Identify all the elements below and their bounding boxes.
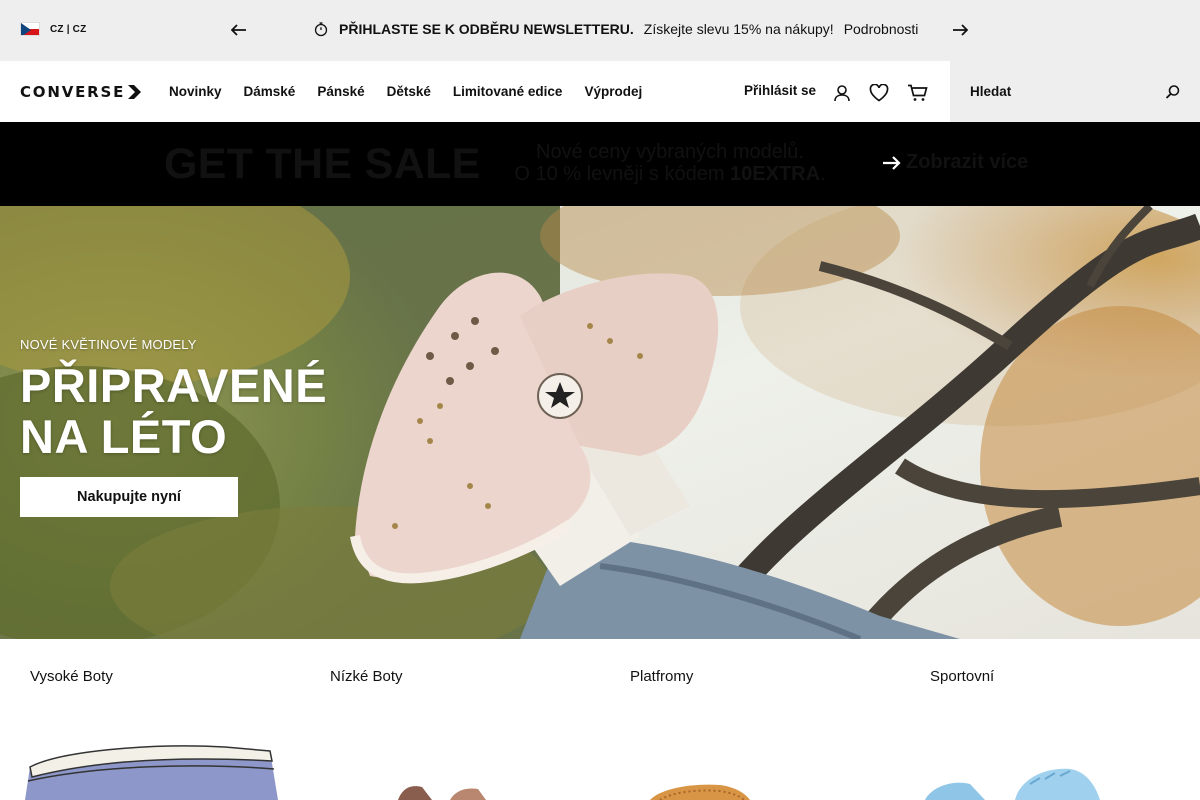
- account-button[interactable]: [830, 81, 854, 105]
- wishlist-button[interactable]: [867, 81, 891, 105]
- nav-item-damske[interactable]: Dámské: [244, 84, 296, 99]
- sale-subtitle-line1: Nové ceny vybraných modelů.: [536, 141, 804, 163]
- category-card-low-top[interactable]: Nízké Boty: [300, 639, 600, 800]
- sale-cta-label: Zobrazit více: [906, 151, 1029, 173]
- nav-item-detske[interactable]: Dětské: [387, 84, 431, 99]
- sale-title: GET THE SALE: [164, 140, 481, 188]
- locale-label: CZ | CZ: [50, 23, 87, 35]
- arrow-left-icon: [231, 24, 246, 36]
- heart-icon: [869, 84, 889, 102]
- promo-code: 10EXTRA: [730, 163, 821, 185]
- search-icon[interactable]: [1164, 83, 1182, 101]
- sport-shoe-image: [925, 768, 1100, 800]
- czech-flag-icon: [20, 22, 40, 36]
- cart-icon: [908, 84, 928, 101]
- signin-link[interactable]: Přihlásit se: [744, 83, 816, 98]
- promo-prev-button[interactable]: [227, 18, 251, 42]
- search-input[interactable]: [970, 79, 1150, 103]
- sale-subtitle: Nové ceny vybraných modelů. O 10 % levně…: [500, 141, 840, 185]
- shop-now-button[interactable]: Nakupujte nyní: [20, 477, 238, 517]
- sale-cta-link[interactable]: Zobrazit více: [882, 151, 1028, 174]
- low-top-shoe-image: [398, 786, 486, 800]
- category-label: Vysoké Boty: [30, 668, 113, 685]
- promo-next-button[interactable]: [948, 18, 972, 42]
- sale-line2-suffix: .: [820, 163, 826, 185]
- logo-text: CONVERSE: [20, 83, 126, 101]
- category-card-sport[interactable]: Sportovní: [900, 639, 1200, 800]
- arrow-right-icon: [883, 155, 901, 170]
- user-icon: [834, 85, 850, 102]
- nav-item-panske[interactable]: Pánské: [317, 84, 364, 99]
- nav-item-vyprodej[interactable]: Výprodej: [584, 84, 642, 99]
- category-card-platforms[interactable]: Platfromy: [600, 639, 900, 800]
- category-label: Platfromy: [630, 668, 694, 685]
- search-box: [950, 61, 1200, 122]
- cart-button[interactable]: [906, 81, 930, 105]
- category-label: Sportovní: [930, 668, 995, 685]
- promo-message: PŘIHLASTE SE K ODBĚRU NEWSLETTERU. Získe…: [313, 21, 918, 37]
- hero-title: PŘIPRAVENÉ NA LÉTO: [20, 360, 327, 462]
- hero-eyebrow: NOVÉ KVĚTINOVÉ MODELY: [20, 337, 197, 352]
- main-nav: Novinky Dámské Pánské Dětské Limitované …: [169, 84, 642, 99]
- nav-item-novinky[interactable]: Novinky: [169, 84, 222, 99]
- category-card-high-top[interactable]: Vysoké Boty: [0, 639, 300, 800]
- sale-subtitle-line2: O 10 % levněji s kódem 10EXTRA.: [500, 163, 840, 185]
- category-label: Nízké Boty: [330, 668, 403, 685]
- nav-item-limitovane-edice[interactable]: Limitované edice: [453, 84, 563, 99]
- hero-title-line1: PŘIPRAVENÉ: [20, 359, 328, 412]
- promo-text: Získejte slevu 15% na nákupy!: [643, 21, 834, 37]
- stopwatch-icon: [314, 22, 328, 37]
- locale-selector[interactable]: CZ | CZ: [20, 22, 86, 36]
- sale-line2-prefix: O 10 % levněji s kódem: [514, 163, 731, 185]
- chevron-arrow-logo-icon: [128, 85, 142, 99]
- promo-bar: CZ | CZ PŘIHLASTE SE K ODBĚRU NEWSLETTER…: [0, 0, 1200, 61]
- converse-logo[interactable]: CONVERSE: [20, 83, 145, 101]
- arrow-right-icon: [953, 24, 968, 36]
- promo-headline: PŘIHLASTE SE K ODBĚRU NEWSLETTERU.: [339, 21, 634, 37]
- platform-shoe-image: [650, 784, 750, 800]
- hero-title-line2: NA LÉTO: [20, 410, 228, 463]
- promo-details-link[interactable]: Podrobnosti: [844, 21, 919, 37]
- high-top-shoe-image: [25, 745, 278, 800]
